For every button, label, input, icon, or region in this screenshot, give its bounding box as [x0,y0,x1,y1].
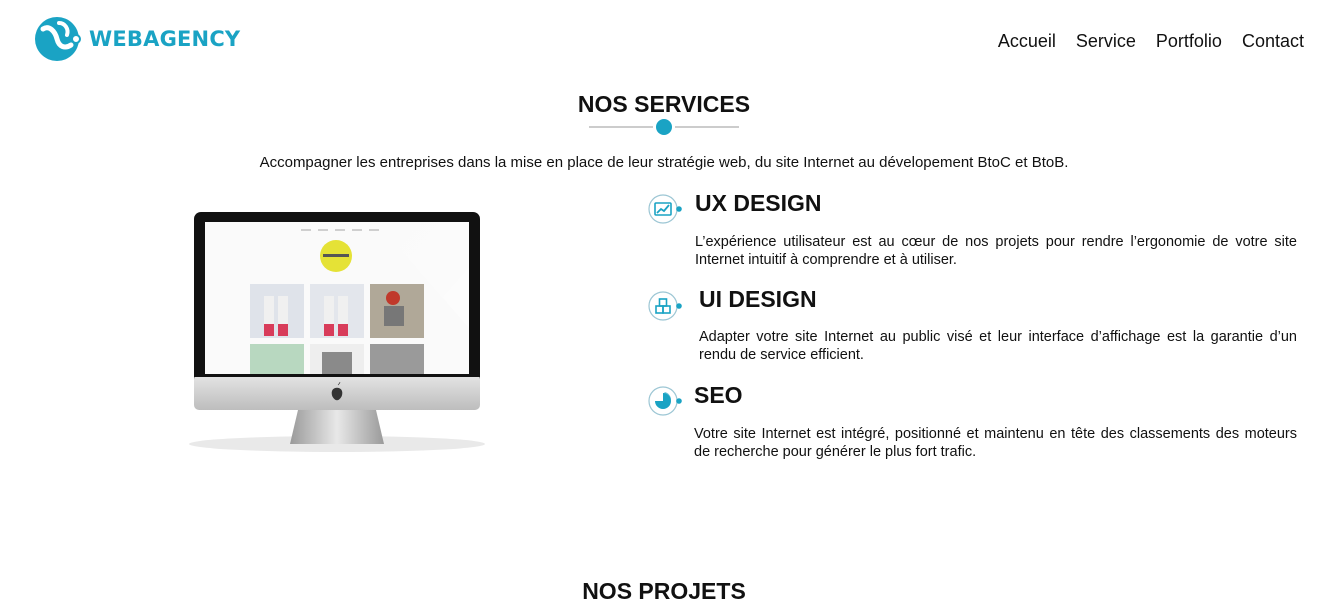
nav-accueil[interactable]: Accueil [998,31,1056,52]
service-description: Votre site Internet est intégré, positio… [694,426,1297,460]
logo-mark-icon [35,17,81,61]
main-nav: Accueil Service Portfolio Contact [998,31,1304,52]
nav-portfolio[interactable]: Portfolio [1156,31,1222,52]
services-intro: Accompagner les entreprises dans la mise… [259,154,1069,171]
service-title: SEO [694,382,743,408]
nav-contact[interactable]: Contact [1242,31,1304,52]
chart-growth-icon [648,194,682,224]
title-divider [589,119,739,135]
logo[interactable]: WEBAGENCY [35,15,240,63]
monitor-illustration [189,212,485,452]
nav-service[interactable]: Service [1076,31,1136,52]
service-description: L’expérience utilisateur est au cœur de … [695,234,1297,268]
services-heading: NOS SERVICES [577,91,751,117]
cubes-icon [648,291,682,321]
pie-chart-icon [648,386,682,416]
service-title: UI DESIGN [699,286,817,312]
service-title: UX DESIGN [695,190,822,216]
site-header: WEBAGENCY Accueil Service Portfolio Cont… [0,0,1338,80]
logo-text: WEBAGENCY [89,27,241,51]
service-description: Adapter votre site Internet au public vi… [699,329,1297,363]
